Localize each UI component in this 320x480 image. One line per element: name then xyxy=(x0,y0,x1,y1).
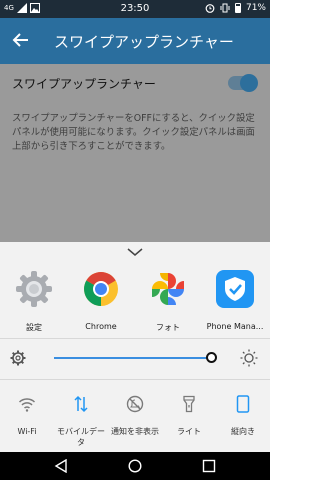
toggle-flashlight[interactable]: ライト xyxy=(162,392,216,437)
swipe-up-launcher-setting[interactable]: スワイプアップランチャー xyxy=(12,70,258,94)
arrow-left-icon[interactable] xyxy=(12,31,30,49)
recents-icon[interactable] xyxy=(202,459,216,473)
status-bar: 4G 23:50 71% xyxy=(0,0,270,18)
phone-manager-shield-icon xyxy=(216,270,254,308)
flashlight-icon xyxy=(183,395,195,413)
battery-percent: 71% xyxy=(245,3,266,13)
battery-icon xyxy=(234,3,241,13)
settings-gear-icon xyxy=(16,271,52,307)
app-shortcut-phone-manager[interactable]: Phone Mana... xyxy=(202,266,268,331)
launcher-toggle-switch[interactable] xyxy=(228,74,258,92)
home-icon[interactable] xyxy=(128,459,142,473)
brightness-control xyxy=(0,342,270,374)
toggle-portrait-lock[interactable]: 縦向き xyxy=(216,392,270,437)
navigation-bar xyxy=(0,452,270,480)
sun-icon xyxy=(240,349,258,367)
divider xyxy=(0,338,270,339)
toggle-label: Wi-Fi xyxy=(17,427,37,436)
chrome-icon xyxy=(84,272,118,306)
portrait-lock-icon xyxy=(236,395,250,413)
chevron-down-icon[interactable] xyxy=(125,245,145,259)
quick-toggles: Wi-Fi モバイルデータ 通知を非表示 ライト 縦向き xyxy=(0,392,270,450)
back-icon[interactable] xyxy=(54,459,68,473)
toggle-knob xyxy=(240,74,258,92)
app-shortcuts: 設定 Chrome フォト Phone Mana... xyxy=(0,266,270,338)
swipe-up-launcher-panel: 設定 Chrome フォト Phone Mana... Wi-Fi モバイルデー… xyxy=(0,242,270,452)
toggle-label: ライト xyxy=(177,427,201,436)
toggle-do-not-disturb[interactable]: 通知を非表示 xyxy=(108,392,162,437)
vibrate-icon xyxy=(220,3,230,13)
do-not-disturb-icon xyxy=(126,395,144,413)
toggle-label: 通知を非表示 xyxy=(111,427,159,436)
settings-gear-icon[interactable] xyxy=(10,350,26,366)
app-label: Phone Mana... xyxy=(206,322,264,331)
setting-label: スワイプアップランチャー xyxy=(12,77,156,91)
setting-description: スワイプアップランチャーをOFFにすると、クイック設定パネルが使用可能になります… xyxy=(12,113,255,152)
app-bar: スワイプアップランチャー xyxy=(0,18,270,64)
mobile-data-icon xyxy=(74,395,88,413)
settings-content: スワイプアップランチャー スワイプアップランチャーをOFFにすると、クイック設定… xyxy=(0,64,270,242)
toggle-label: モバイルデータ xyxy=(57,427,105,447)
app-label: フォト xyxy=(156,323,180,332)
status-right-icons: 71% xyxy=(205,3,266,13)
toggle-mobile-data[interactable]: モバイルデータ xyxy=(54,392,108,448)
photos-pinwheel-icon xyxy=(152,273,184,305)
toggle-label: 縦向き xyxy=(231,427,255,436)
brightness-slider[interactable] xyxy=(54,357,216,359)
brightness-slider-thumb[interactable] xyxy=(205,352,217,363)
app-shortcut-chrome[interactable]: Chrome xyxy=(68,266,134,331)
app-label: Chrome xyxy=(85,322,117,331)
page-title: スワイプアップランチャー xyxy=(54,33,234,51)
alarm-icon xyxy=(205,4,215,13)
toggle-wifi[interactable]: Wi-Fi xyxy=(0,392,54,437)
app-shortcut-settings[interactable]: 設定 xyxy=(1,266,67,333)
wifi-icon xyxy=(18,398,36,412)
app-shortcut-photos[interactable]: フォト xyxy=(135,266,201,333)
divider xyxy=(0,379,270,380)
app-label: 設定 xyxy=(26,323,42,332)
